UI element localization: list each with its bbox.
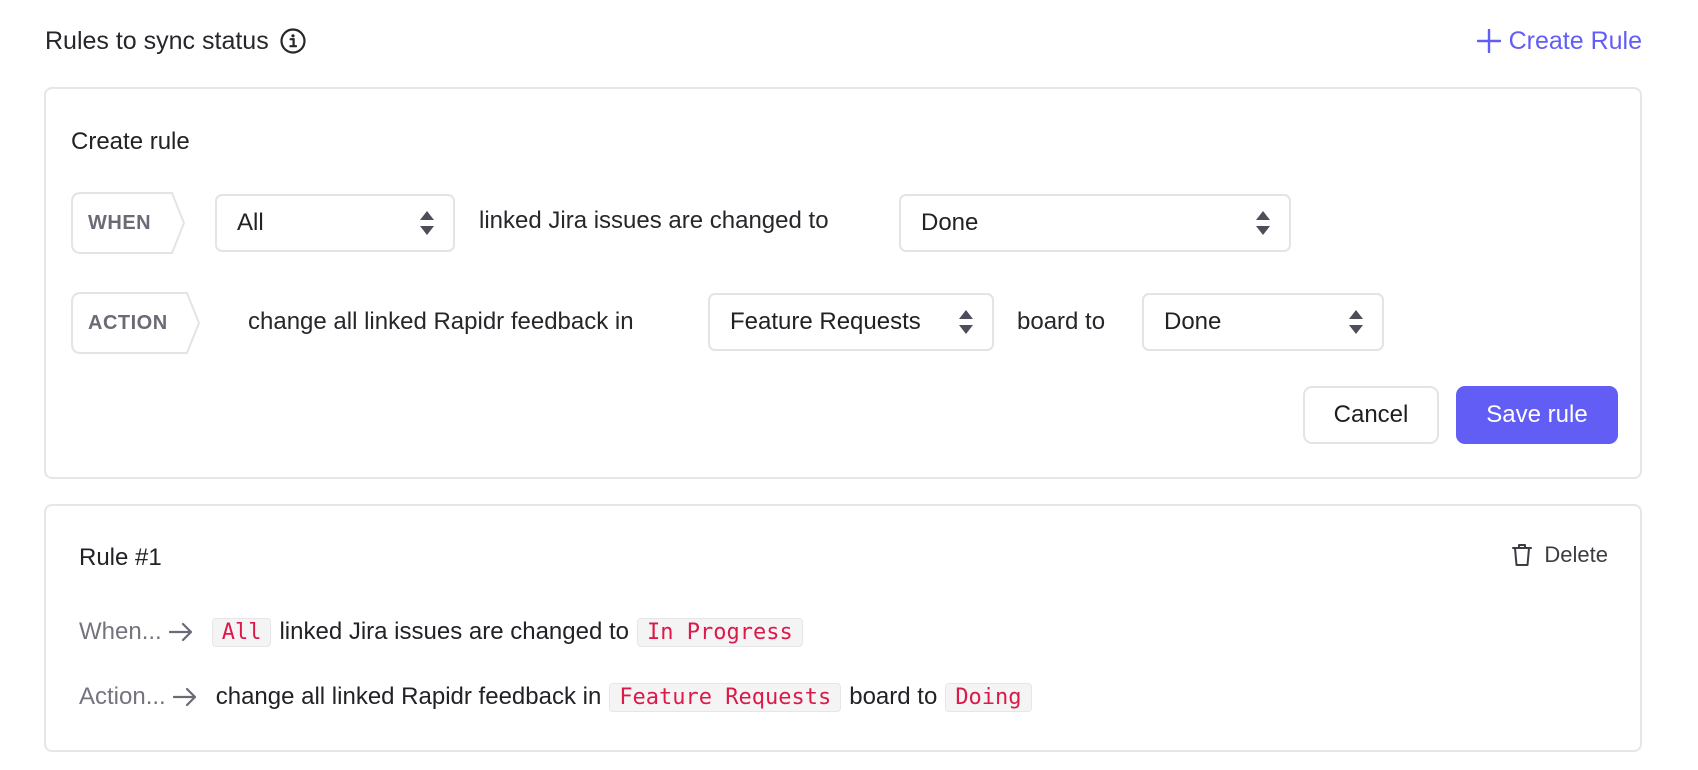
action-status-select[interactable]: Done [1142, 293, 1384, 351]
create-rule-card: Create rule WHEN All linked Jira issues … [44, 87, 1642, 479]
cancel-button[interactable]: Cancel [1303, 386, 1439, 444]
when-status-value: Done [921, 209, 979, 236]
rule-action-line: Action... change all linked Rapidr feedb… [79, 680, 1040, 714]
select-updown-icon [1348, 309, 1364, 335]
select-updown-icon [419, 210, 435, 236]
section-header: Rules to sync status [45, 24, 307, 58]
delete-rule-button[interactable]: Delete [1512, 542, 1608, 568]
action-description: change all linked Rapidr feedback in [248, 308, 634, 335]
select-updown-icon [958, 309, 974, 335]
info-circle-icon[interactable] [279, 27, 307, 55]
action-text: change all linked Rapidr feedback in [215, 683, 602, 710]
when-scope-select[interactable]: All [215, 194, 455, 252]
when-label: When... [79, 618, 162, 645]
select-updown-icon [1255, 210, 1271, 236]
action-label: Action... [79, 683, 166, 710]
trash-icon [1512, 543, 1533, 567]
when-tag-label: WHEN [88, 211, 152, 234]
when-tag: WHEN [71, 192, 186, 254]
arrow-right-icon [168, 622, 194, 642]
when-status-code: In Progress [637, 617, 803, 647]
when-status-select[interactable]: Done [899, 194, 1291, 252]
action-tag-label: ACTION [88, 311, 168, 334]
save-rule-button[interactable]: Save rule [1456, 386, 1618, 444]
when-scope-value: All [237, 209, 264, 236]
arrow-right-icon [172, 687, 198, 707]
create-rule-button[interactable]: Create Rule [1476, 24, 1642, 58]
rule-title: Rule #1 [79, 544, 162, 571]
action-tag: ACTION [71, 292, 201, 354]
page-title: Rules to sync status [45, 26, 269, 55]
plus-icon [1476, 29, 1501, 53]
action-status-code: Doing [945, 682, 1032, 712]
delete-label: Delete [1544, 542, 1608, 567]
action-board-select[interactable]: Feature Requests [708, 293, 994, 351]
create-rule-heading: Create rule [71, 128, 190, 155]
rule-card: Rule #1 Delete When... All linked Jira i… [44, 504, 1642, 752]
action-board-to-text: board to [849, 683, 938, 710]
action-board-to-text: board to [1017, 308, 1106, 335]
rule-when-line: When... All linked Jira issues are chang… [79, 615, 811, 649]
action-status-value: Done [1164, 308, 1222, 335]
action-board-value: Feature Requests [730, 308, 921, 335]
when-text: linked Jira issues are changed to [279, 618, 629, 645]
when-scope-code: All [211, 617, 272, 647]
when-description: linked Jira issues are changed to [479, 207, 829, 234]
action-board-code: Feature Requests [609, 682, 842, 712]
create-rule-label: Create Rule [1508, 26, 1642, 55]
